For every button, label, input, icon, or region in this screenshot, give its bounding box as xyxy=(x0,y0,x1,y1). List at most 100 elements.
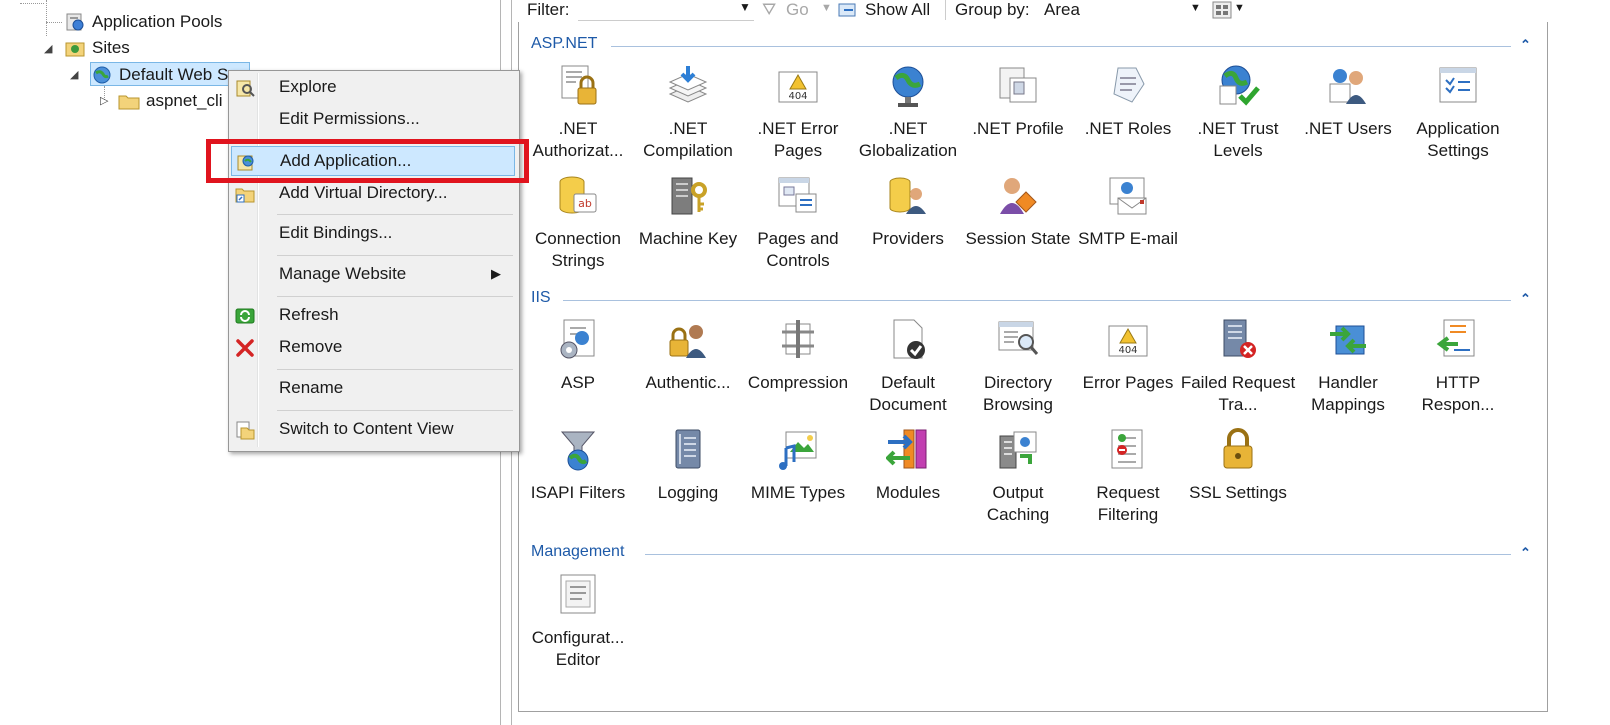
mime-icon xyxy=(779,431,817,470)
feature-tile[interactable]: Pages and Controls xyxy=(743,174,853,282)
globe-icon xyxy=(892,66,924,107)
profile-icon xyxy=(999,67,1037,103)
menu-item-add-virtual-directory[interactable]: Add Virtual Directory... xyxy=(231,179,515,209)
group-by-value: Area xyxy=(1044,0,1080,19)
error-404-icon: 404 xyxy=(778,71,818,103)
collapse-caret-icon[interactable]: ⌃ xyxy=(1520,545,1536,560)
collapse-caret-icon[interactable]: ⌃ xyxy=(1520,291,1536,306)
group-by-select[interactable]: Area ▼ xyxy=(1038,0,1204,20)
users-icon xyxy=(1329,69,1366,104)
feature-label: .NET Error Pages xyxy=(757,119,839,160)
config-editor-icon xyxy=(560,574,596,614)
menu-item-label: Add Virtual Directory... xyxy=(279,183,448,202)
feature-tile[interactable]: Configurat... Editor xyxy=(523,573,633,681)
tree-item-label: aspnet_cli xyxy=(146,91,223,110)
feature-tile[interactable]: SMTP E-mail xyxy=(1073,174,1183,282)
feature-tile[interactable]: .NET Users xyxy=(1293,64,1403,172)
menu-item-switch-to-content-view[interactable]: Switch to Content View xyxy=(231,415,515,445)
feature-tile[interactable]: Handler Mappings xyxy=(1293,318,1403,426)
feature-tile[interactable]: .NET Compilation xyxy=(633,64,743,172)
expand-triangle-icon[interactable]: ▷ xyxy=(100,94,108,107)
sites-folder-icon xyxy=(65,42,85,57)
view-mode-icon[interactable] xyxy=(1212,1,1232,19)
menu-item-label: Refresh xyxy=(279,305,339,324)
feature-tile[interactable]: Authentic... xyxy=(633,318,743,426)
menu-item-rename[interactable]: Rename xyxy=(231,374,515,404)
filter-input[interactable] xyxy=(578,0,754,21)
feature-tile[interactable]: Machine Key xyxy=(633,174,743,282)
chevron-down-icon[interactable]: ▼ xyxy=(821,2,832,14)
feature-label: Failed Request Tra... xyxy=(1180,373,1296,414)
collapse-caret-icon[interactable]: ⌃ xyxy=(1520,37,1536,52)
feature-tile[interactable]: Request Filtering xyxy=(1073,428,1183,536)
feature-tile[interactable]: Compression xyxy=(743,318,853,426)
feature-tile[interactable]: HTTP Respon... xyxy=(1403,318,1513,426)
server-key-icon xyxy=(671,177,707,215)
funnel-icon: ⛛ xyxy=(762,0,777,19)
feature-label: Logging xyxy=(657,483,719,502)
feature-tile[interactable]: Output Caching xyxy=(963,428,1073,536)
database-icon: ab xyxy=(559,176,597,214)
menu-separator xyxy=(277,296,513,297)
feature-tile[interactable]: .NET Profile xyxy=(963,64,1073,172)
menu-item-remove[interactable]: Remove xyxy=(231,333,515,363)
funnel-globe-icon xyxy=(560,431,596,471)
feature-tile[interactable]: Session State xyxy=(963,174,1073,282)
section-title-aspnet: ASP.NET xyxy=(531,35,598,52)
compile-stack-icon xyxy=(668,66,708,103)
menu-item-explore[interactable]: Explore xyxy=(231,73,515,103)
section-divider xyxy=(611,46,1511,47)
go-button[interactable]: Go xyxy=(786,0,809,20)
tree-item-label: Default Web S xyxy=(119,65,229,84)
feature-tile[interactable]: Application Settings xyxy=(1403,64,1513,172)
filter-label: Filter: xyxy=(527,0,570,19)
padlock-icon xyxy=(1223,428,1253,469)
feature-tile[interactable]: Modules xyxy=(853,428,963,536)
feature-label: Error Pages xyxy=(1082,373,1174,392)
failed-request-icon xyxy=(1223,319,1256,358)
feature-label: .NET Compilation xyxy=(643,119,733,160)
trust-globe-icon xyxy=(1219,65,1260,106)
features-panel: ASP.NET ⌃ .NET Authorizat... .NET Compila… xyxy=(518,22,1548,712)
svg-text:ab: ab xyxy=(578,197,592,210)
log-icon xyxy=(675,429,701,469)
feature-tile[interactable]: 404 .NET Error Pages xyxy=(743,64,853,172)
chevron-down-icon[interactable]: ▼ xyxy=(1234,2,1245,14)
menu-item-label: Edit Permissions... xyxy=(279,109,420,128)
show-all-button[interactable]: Show All xyxy=(865,0,930,20)
menu-item-refresh[interactable]: Refresh xyxy=(231,301,515,331)
menu-item-label: Manage Website xyxy=(279,264,407,283)
menu-item-edit-permissions[interactable]: Edit Permissions... xyxy=(231,105,515,135)
feature-tile[interactable]: Providers xyxy=(853,174,963,282)
feature-tile[interactable]: .NET Trust Levels xyxy=(1183,64,1293,172)
menu-item-edit-bindings[interactable]: Edit Bindings... xyxy=(231,219,515,249)
feature-label: Output Caching xyxy=(986,483,1050,524)
feature-tile[interactable]: MIME Types xyxy=(743,428,853,536)
feature-tile[interactable]: ab Connection Strings xyxy=(523,174,633,282)
svg-text:404: 404 xyxy=(788,91,807,102)
feature-tile[interactable]: ISAPI Filters xyxy=(523,428,633,536)
feature-tile[interactable]: .NET Globalization xyxy=(853,64,963,172)
feature-tile[interactable]: .NET Roles xyxy=(1073,64,1183,172)
collapse-triangle-icon[interactable]: ◢ xyxy=(70,68,78,81)
feature-tile[interactable]: Directory Browsing xyxy=(963,318,1073,426)
feature-tile[interactable]: SSL Settings xyxy=(1183,428,1293,536)
feature-tile[interactable]: Failed Request Tra... xyxy=(1181,318,1295,426)
menu-item-manage-website[interactable]: Manage Website ▶ xyxy=(231,260,515,290)
feature-tile[interactable]: Default Document xyxy=(853,318,963,426)
feature-label: Request Filtering xyxy=(1096,483,1160,524)
collapse-triangle-icon[interactable]: ◢ xyxy=(44,42,52,55)
chevron-down-icon[interactable]: ▼ xyxy=(739,0,751,14)
feature-label: HTTP Respon... xyxy=(1421,373,1495,414)
asp-icon xyxy=(560,319,595,359)
feature-label: .NET Authorizat... xyxy=(532,119,624,160)
tree-item-default-web-site[interactable]: Default Web S xyxy=(90,62,250,86)
feature-tile[interactable]: Logging xyxy=(633,428,743,536)
feature-tile[interactable]: ASP xyxy=(523,318,633,426)
compression-icon xyxy=(782,320,814,358)
filter-toolbar: Filter: ▼ ⛛ Go ▼ Show All Group by: Area… xyxy=(518,0,1548,22)
feature-tile[interactable]: 404 Error Pages xyxy=(1073,318,1183,426)
feature-tile[interactable]: .NET Authorizat... xyxy=(523,64,633,172)
folder-icon xyxy=(118,95,140,110)
feature-label: .NET Roles xyxy=(1084,119,1172,138)
